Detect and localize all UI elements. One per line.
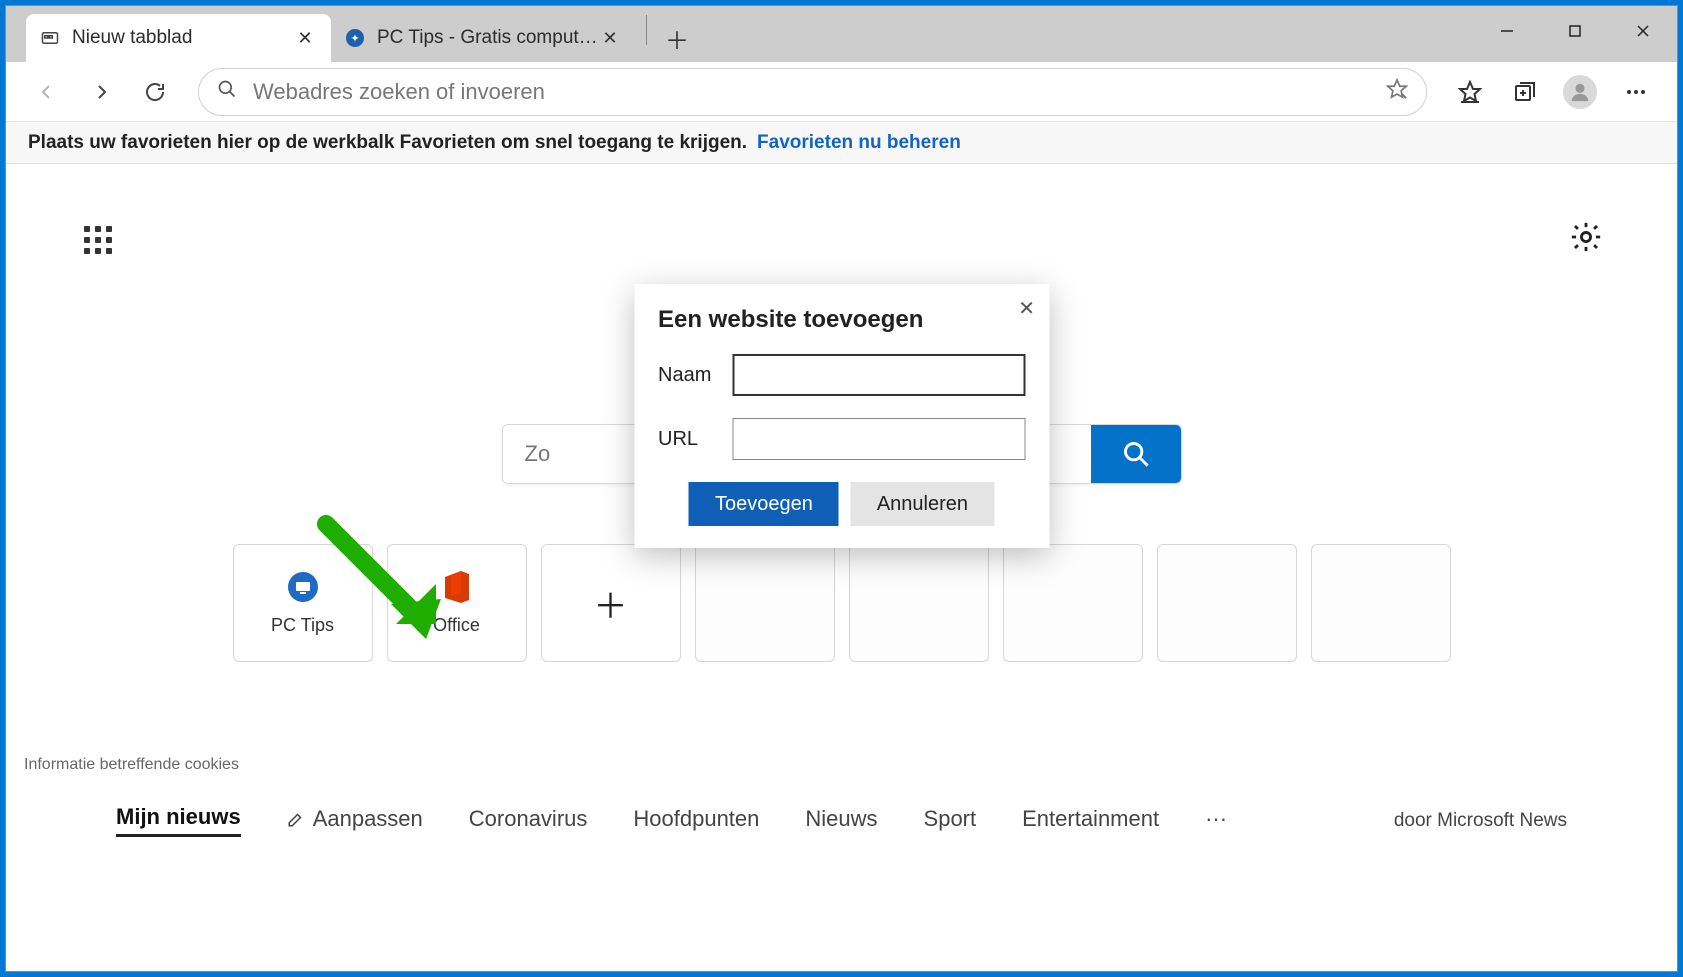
tab-strip: Nieuw tabblad ✕ ✦ PC Tips - Gratis compu…	[6, 6, 697, 62]
more-menu-button[interactable]	[1613, 69, 1659, 115]
dialog-cancel-button[interactable]: Annuleren	[851, 482, 994, 526]
tile-empty	[1157, 544, 1297, 662]
minimize-button[interactable]	[1473, 6, 1541, 56]
dialog-name-row: Naam	[658, 354, 1025, 396]
tab-close-icon[interactable]: ✕	[598, 26, 622, 50]
office-tile-icon	[441, 571, 473, 603]
window-controls	[1473, 6, 1677, 56]
close-button[interactable]	[1609, 6, 1677, 56]
dialog-close-icon[interactable]: ✕	[1018, 296, 1035, 321]
news-tabs: Mijn nieuws Aanpassen Coronavirus Hoofdp…	[6, 804, 1677, 837]
collections-button[interactable]	[1501, 69, 1547, 115]
tab-pctips[interactable]: ✦ PC Tips - Gratis computer tips! - ✕	[331, 14, 636, 62]
manage-favorites-link[interactable]: Favorieten nu beheren	[757, 132, 961, 154]
news-tab-sport[interactable]: Sport	[924, 806, 977, 836]
dialog-url-input[interactable]	[732, 418, 1025, 460]
app-launcher-icon[interactable]	[84, 226, 112, 254]
back-button[interactable]	[24, 69, 70, 115]
browser-window: Nieuw tabblad ✕ ✦ PC Tips - Gratis compu…	[5, 5, 1678, 972]
maximize-button[interactable]	[1541, 6, 1609, 56]
tab-new[interactable]: Nieuw tabblad ✕	[26, 14, 331, 62]
tile-add[interactable]: ＋	[541, 544, 681, 662]
news-tab-news[interactable]: Nieuws	[805, 806, 877, 836]
dialog-url-label: URL	[658, 428, 732, 451]
tile-empty	[849, 544, 989, 662]
tile-office[interactable]: Office	[387, 544, 527, 662]
news-tab-corona[interactable]: Coronavirus	[469, 806, 588, 836]
tab-title: PC Tips - Gratis computer tips! -	[377, 27, 598, 49]
newtab-favicon-icon	[40, 28, 60, 48]
toolbar	[6, 62, 1677, 122]
tab-close-icon[interactable]: ✕	[293, 26, 317, 50]
quick-links: PC Tips Office ＋	[233, 544, 1451, 662]
tile-label: PC Tips	[271, 615, 334, 636]
cookies-info-link[interactable]: Informatie betreffende cookies	[24, 756, 239, 774]
news-attribution: door Microsoft News	[1394, 810, 1567, 832]
dialog-buttons: Toevoegen Annuleren	[658, 482, 1025, 526]
favorites-bar: Plaats uw favorieten hier op de werkbalk…	[6, 122, 1677, 164]
forward-button[interactable]	[78, 69, 124, 115]
pctips-tile-icon	[287, 571, 319, 603]
tile-label: Office	[433, 615, 480, 636]
dialog-name-input[interactable]	[732, 354, 1025, 396]
tile-empty	[1003, 544, 1143, 662]
news-tab-label: Aanpassen	[313, 806, 423, 832]
search-icon	[217, 79, 237, 104]
page-search-button[interactable]	[1091, 425, 1181, 483]
favorites-bar-message: Plaats uw favorieten hier op de werkbalk…	[28, 132, 747, 154]
news-tab-more[interactable]: ···	[1205, 806, 1227, 836]
plus-icon: ＋	[594, 579, 628, 628]
dialog-add-button[interactable]: Toevoegen	[689, 482, 839, 526]
profile-avatar[interactable]	[1563, 75, 1597, 109]
add-website-dialog: ✕ Een website toevoegen Naam URL Toevoeg…	[634, 284, 1049, 548]
content-area: ft Zo PC Tips Of	[6, 164, 1677, 971]
news-tab-customize[interactable]: Aanpassen	[287, 806, 423, 836]
page-settings-button[interactable]	[1569, 220, 1603, 259]
refresh-button[interactable]	[132, 69, 178, 115]
dialog-name-label: Naam	[658, 364, 732, 387]
news-tab-entertainment[interactable]: Entertainment	[1022, 806, 1159, 836]
address-bar[interactable]	[198, 68, 1427, 116]
dialog-title: Een website toevoegen	[658, 306, 1025, 334]
news-tab-mynews[interactable]: Mijn nieuws	[116, 804, 241, 837]
tile-pctips[interactable]: PC Tips	[233, 544, 373, 662]
favorite-star-icon[interactable]	[1386, 78, 1408, 105]
news-tab-headlines[interactable]: Hoofdpunten	[633, 806, 759, 836]
tab-title: Nieuw tabblad	[72, 27, 293, 49]
favorites-button[interactable]	[1447, 69, 1493, 115]
tile-empty	[695, 544, 835, 662]
titlebar: Nieuw tabblad ✕ ✦ PC Tips - Gratis compu…	[6, 6, 1677, 62]
new-tab-button[interactable]: ＋	[657, 18, 697, 58]
tab-separator	[646, 15, 647, 45]
pctips-favicon-icon: ✦	[345, 28, 365, 48]
pencil-icon	[287, 810, 305, 828]
tile-empty	[1311, 544, 1451, 662]
dialog-url-row: URL	[658, 418, 1025, 460]
address-input[interactable]	[253, 79, 1386, 105]
